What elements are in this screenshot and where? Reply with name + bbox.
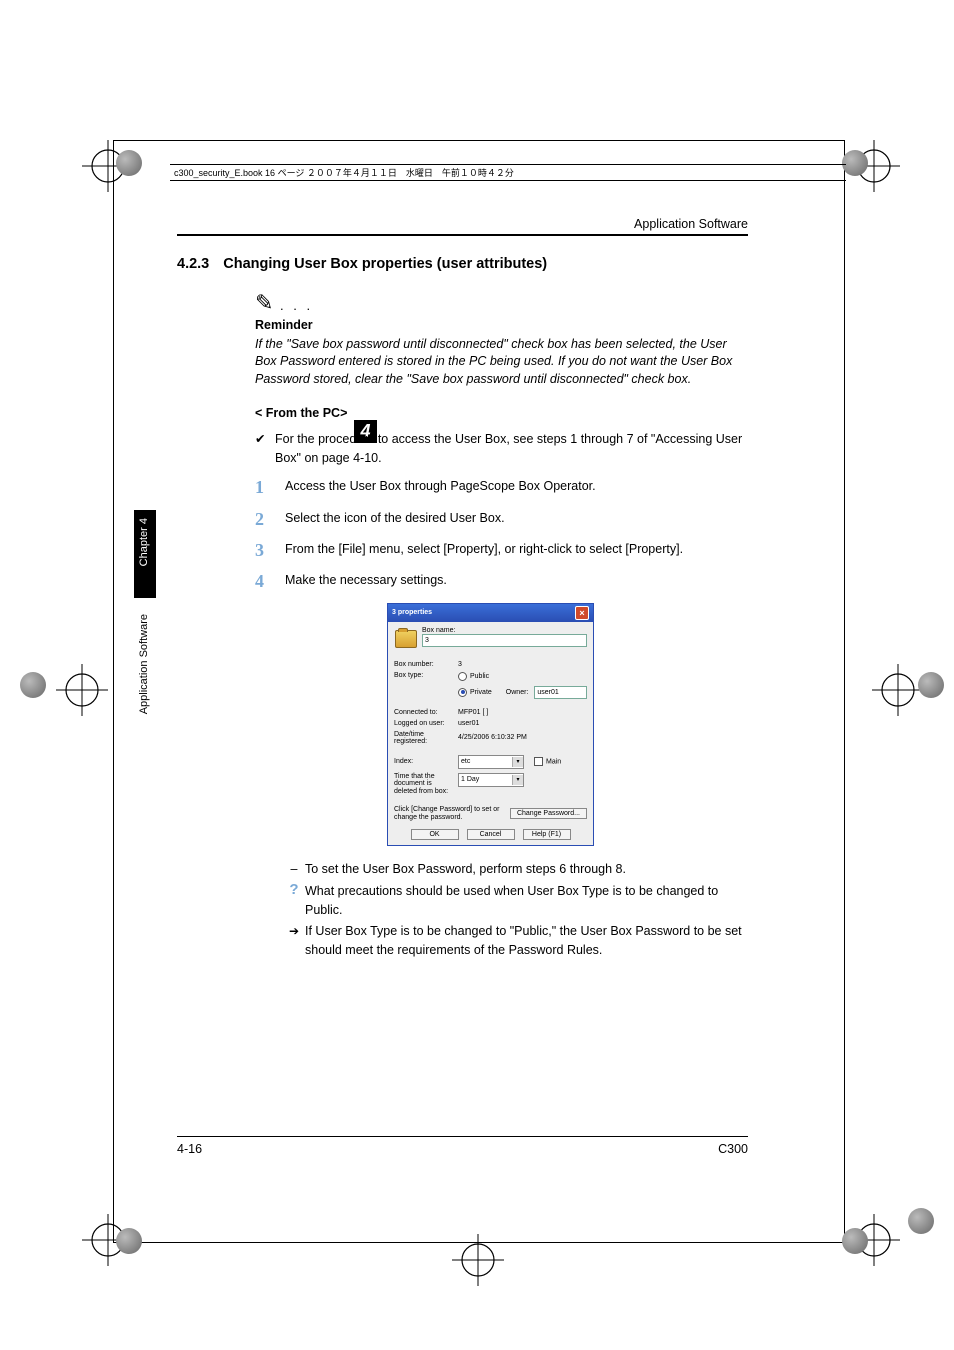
question-icon: ? bbox=[283, 882, 305, 920]
step-4: 4 Make the necessary settings. bbox=[255, 571, 748, 590]
dialog-titlebar[interactable]: 3 properties × bbox=[388, 604, 593, 622]
ok-button[interactable]: OK bbox=[411, 829, 459, 840]
close-icon[interactable]: × bbox=[575, 606, 589, 620]
change-pw-hint: Click [Change Password] to set or change… bbox=[394, 806, 504, 821]
from-pc-heading: < From the PC> bbox=[255, 406, 748, 420]
register-dot-icon bbox=[20, 672, 46, 698]
chevron-down-icon: ▾ bbox=[512, 757, 523, 767]
reminder-block: ✎ . . . Reminder If the "Save box passwo… bbox=[255, 290, 748, 388]
side-tab-section: Application Software bbox=[134, 606, 156, 746]
step-1: 1 Access the User Box through PageScope … bbox=[255, 477, 748, 496]
box-icon bbox=[395, 630, 417, 648]
arrow-icon: ➔ bbox=[283, 922, 305, 960]
frame-line bbox=[113, 140, 114, 1243]
note-arrow-text: If User Box Type is to be changed to "Pu… bbox=[305, 922, 748, 960]
box-name-input[interactable]: 3 bbox=[422, 634, 587, 647]
box-number-value: 3 bbox=[458, 661, 462, 668]
step-2: 2 Select the icon of the desired User Bo… bbox=[255, 509, 748, 528]
reminder-icon: ✎ . . . bbox=[255, 290, 748, 316]
side-tab-section-text: Application Software bbox=[134, 606, 154, 722]
register-mark-icon bbox=[448, 1230, 508, 1290]
main-checkbox[interactable] bbox=[534, 757, 543, 766]
register-dot-icon bbox=[116, 150, 142, 176]
section-number: 4.2.3 bbox=[177, 256, 209, 272]
time-delete-select[interactable]: 1 Day▾ bbox=[458, 773, 524, 787]
page-number: 4-16 bbox=[177, 1142, 202, 1156]
note-dash-text: To set the User Box Password, perform st… bbox=[305, 860, 626, 879]
dialog-title-text: 3 properties bbox=[392, 609, 432, 616]
datetime-label: Date/time registered: bbox=[394, 731, 454, 745]
box-type-label: Box type: bbox=[394, 672, 454, 679]
register-dot-icon bbox=[842, 1228, 868, 1254]
model: C300 bbox=[718, 1142, 748, 1156]
page-footer: 4-16 C300 bbox=[177, 1136, 748, 1156]
dash-icon: – bbox=[283, 860, 305, 879]
index-select[interactable]: etc▾ bbox=[458, 755, 524, 769]
dialog-body: Box name: 3 Box number: 3 Box type: Publ… bbox=[388, 622, 593, 845]
chevron-down-icon: ▾ bbox=[512, 775, 523, 785]
connected-label: Connected to: bbox=[394, 709, 454, 716]
properties-dialog: 3 properties × Box name: 3 Box number: 3 bbox=[387, 603, 594, 846]
note-question-text: What precautions should be used when Use… bbox=[305, 882, 748, 920]
connected-value: MFP01 [ ] bbox=[458, 709, 488, 716]
help-button[interactable]: Help (F1) bbox=[523, 829, 571, 840]
owner-label: Owner: bbox=[506, 689, 529, 696]
logged-value: user01 bbox=[458, 720, 479, 727]
step-number: 1 bbox=[255, 477, 285, 496]
step-text: From the [File] menu, select [Property],… bbox=[285, 540, 683, 559]
box-number-label: Box number: bbox=[394, 661, 454, 668]
box-type-private-radio[interactable]: Private bbox=[458, 688, 492, 697]
side-tab-chapter-text: Chapter 4 bbox=[134, 510, 154, 574]
header-strip: c300_security_E.book 16 ページ ２００７年４月１１日 水… bbox=[170, 164, 846, 182]
step-text: Select the icon of the desired User Box. bbox=[285, 509, 505, 528]
header-title: Application Software bbox=[634, 217, 748, 231]
note-question: ? What precautions should be used when U… bbox=[283, 882, 748, 920]
page-header: 4 Application Software bbox=[177, 210, 748, 236]
main-label: Main bbox=[546, 759, 561, 766]
step-text: Make the necessary settings. bbox=[285, 571, 447, 590]
intro-bullet: ✔ For the procedure to access the User B… bbox=[255, 430, 748, 468]
register-mark-icon bbox=[52, 660, 112, 720]
datetime-value: 4/25/2006 6:10:32 PM bbox=[458, 734, 527, 741]
body: 4.2.3 Changing User Box properties (user… bbox=[177, 256, 748, 1160]
register-dot-icon bbox=[116, 1228, 142, 1254]
page: c300_security_E.book 16 ページ ２００７年４月１１日 水… bbox=[0, 0, 954, 1350]
register-dot-icon bbox=[918, 672, 944, 698]
box-name-label: Box name: bbox=[422, 627, 587, 634]
section-title: Changing User Box properties (user attri… bbox=[223, 256, 547, 272]
cancel-button[interactable]: Cancel bbox=[467, 829, 515, 840]
change-password-button[interactable]: Change Password... bbox=[510, 808, 587, 819]
header-strip-text: c300_security_E.book 16 ページ ２００７年４月１１日 水… bbox=[174, 166, 842, 179]
check-icon: ✔ bbox=[255, 430, 275, 468]
box-type-public-radio[interactable]: Public bbox=[458, 672, 489, 681]
side-tab-chapter: Chapter 4 bbox=[134, 510, 156, 598]
note-dash: – To set the User Box Password, perform … bbox=[283, 860, 748, 879]
note-arrow: ➔ If User Box Type is to be changed to "… bbox=[283, 922, 748, 960]
time-delete-label: Time that the document is deleted from b… bbox=[394, 773, 454, 796]
frame-line bbox=[844, 140, 845, 1243]
step-number: 2 bbox=[255, 509, 285, 528]
logged-label: Logged on user: bbox=[394, 720, 454, 727]
frame-line bbox=[113, 140, 844, 141]
reminder-text: If the "Save box password until disconne… bbox=[255, 336, 748, 388]
step-number: 3 bbox=[255, 540, 285, 559]
reminder-heading: Reminder bbox=[255, 318, 748, 332]
index-label: Index: bbox=[394, 758, 454, 765]
section-heading: 4.2.3 Changing User Box properties (user… bbox=[177, 256, 748, 272]
step-3: 3 From the [File] menu, select [Property… bbox=[255, 540, 748, 559]
intro-bullet-text: For the procedure to access the User Box… bbox=[275, 430, 748, 468]
owner-input[interactable]: user01 bbox=[534, 686, 587, 699]
step-text: Access the User Box through PageScope Bo… bbox=[285, 477, 596, 496]
step-number: 4 bbox=[255, 571, 285, 590]
register-dot-icon bbox=[908, 1208, 934, 1234]
